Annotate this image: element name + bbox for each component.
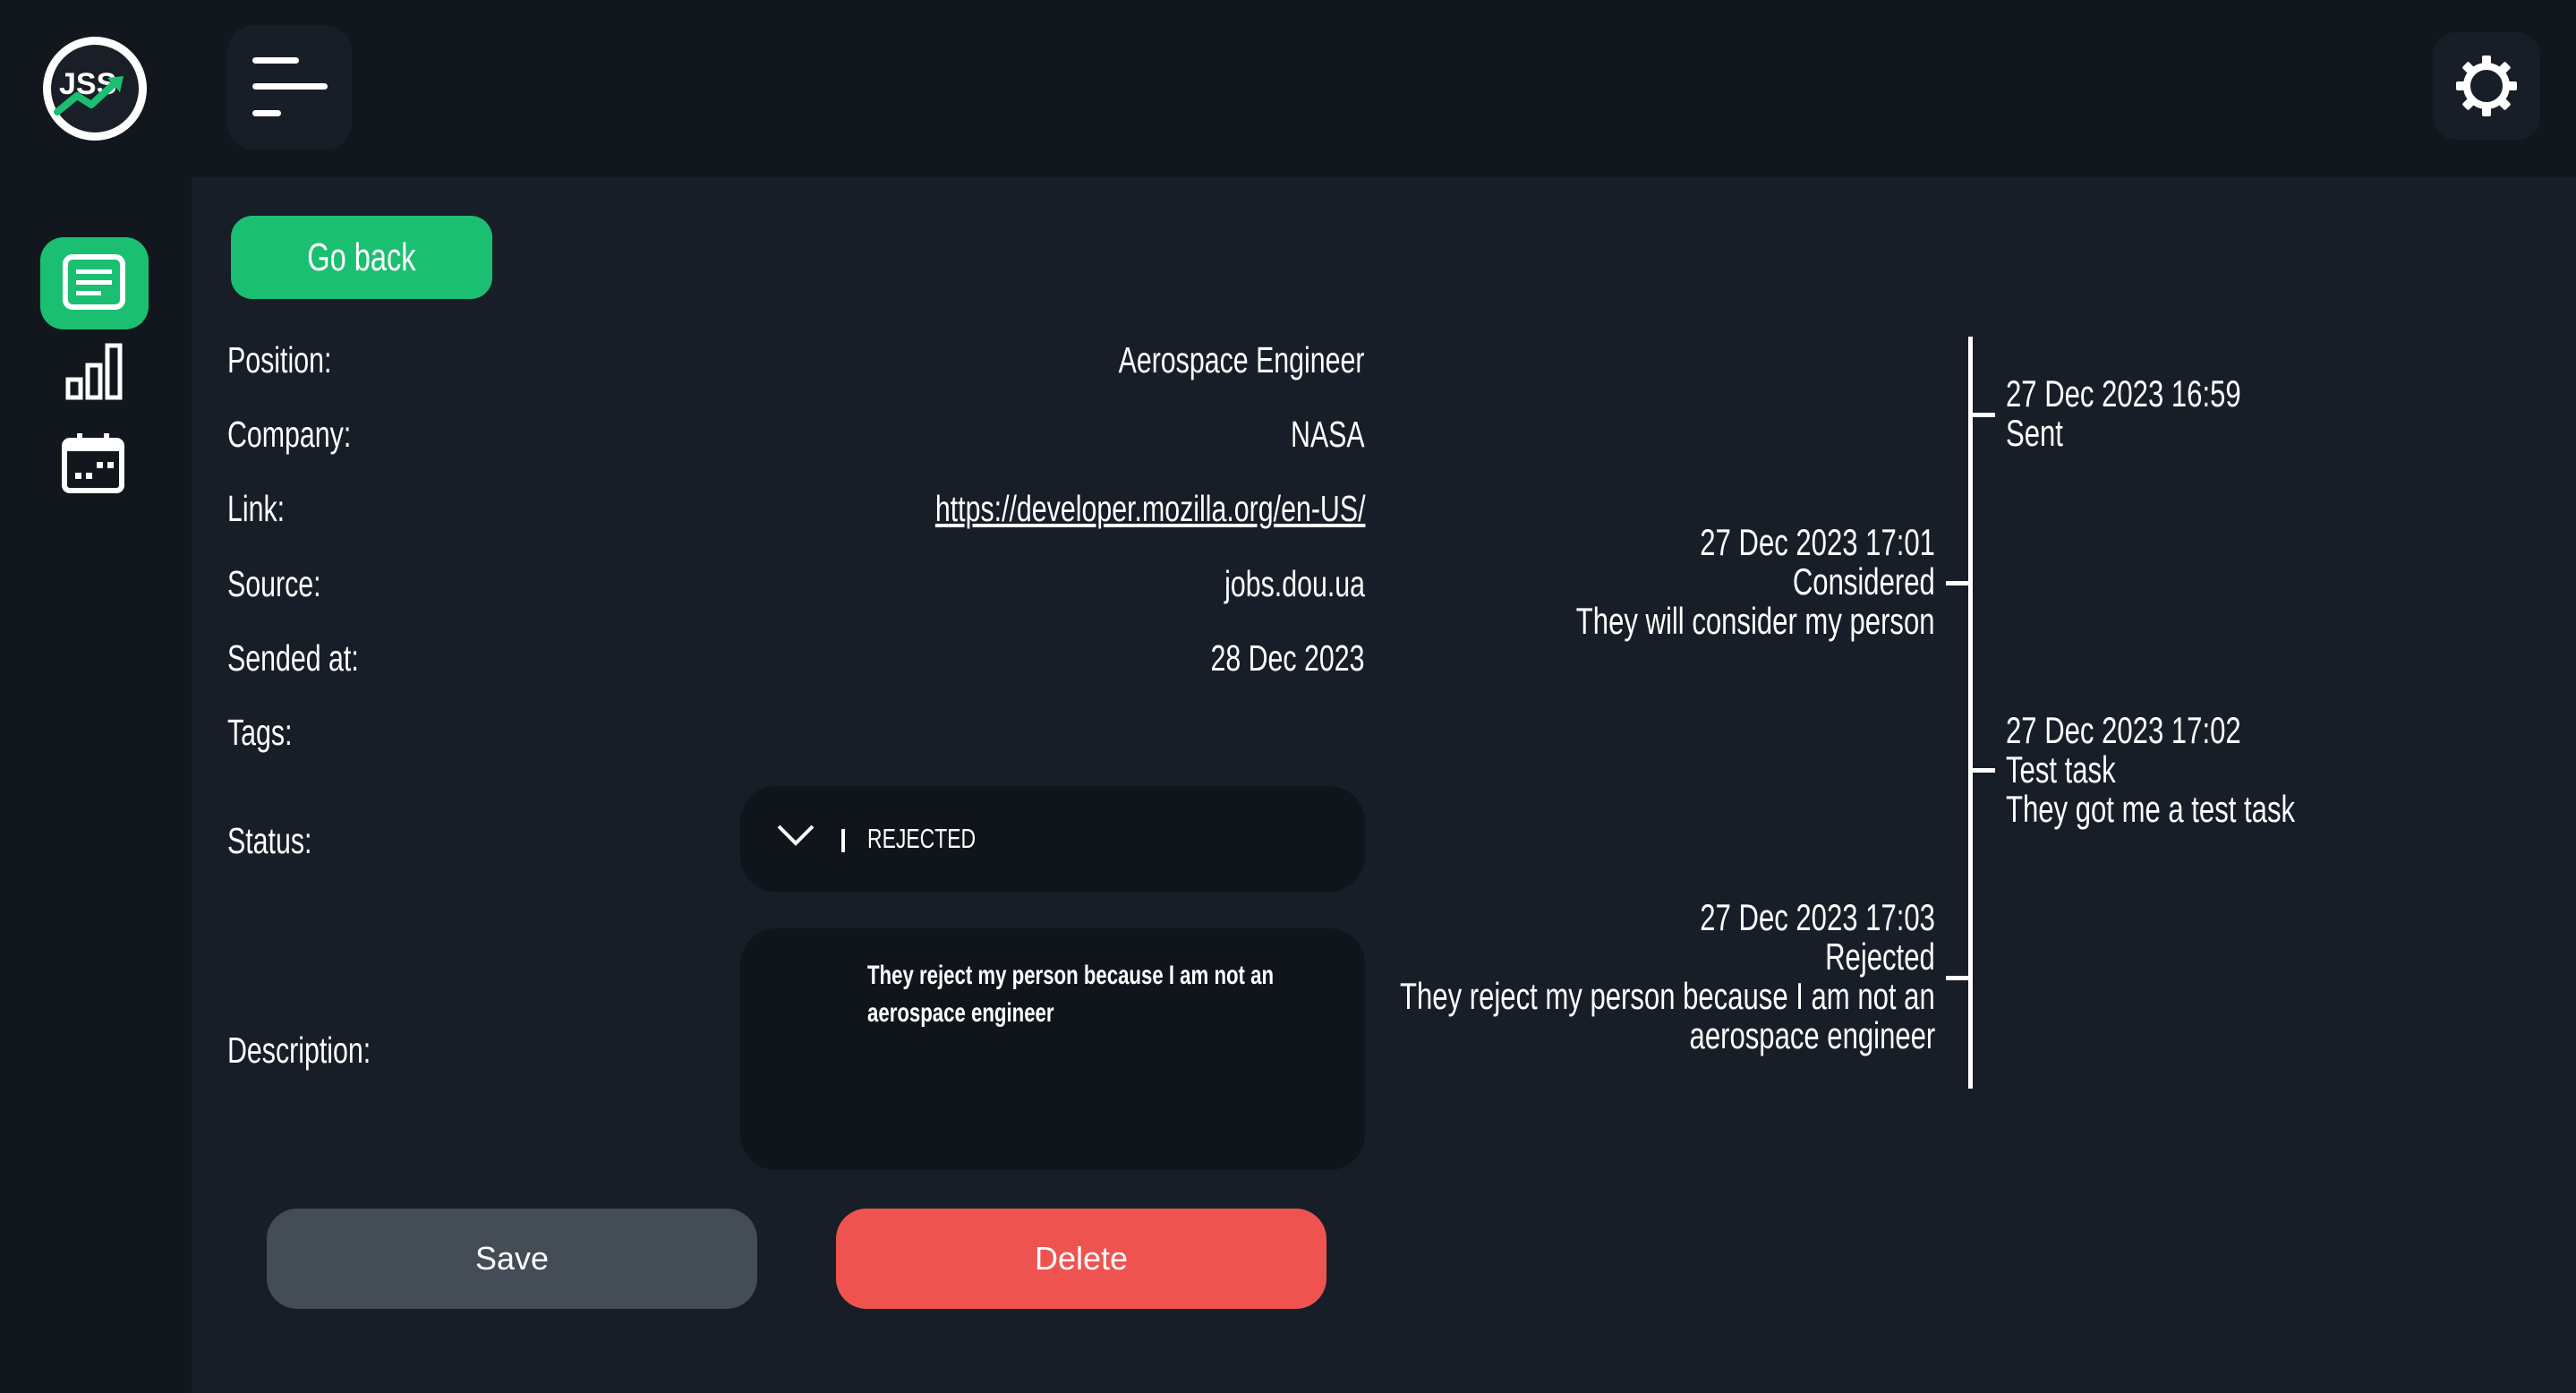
save-label: Save bbox=[474, 1240, 550, 1277]
calendar-icon bbox=[62, 433, 124, 493]
timeline-entry: 27 Dec 2023 17:01 Considered They will c… bbox=[1450, 523, 1935, 641]
save-button[interactable]: Save bbox=[267, 1209, 757, 1309]
position-label: Position: bbox=[227, 339, 332, 380]
status-label: Status: bbox=[227, 820, 312, 861]
source-value: jobs.dou.ua bbox=[1224, 563, 1365, 604]
timeline-status: Considered bbox=[1793, 560, 1935, 602]
timeline-tick bbox=[1946, 976, 1973, 980]
timeline-note: They will consider my person bbox=[1576, 600, 1935, 642]
link-label: Link: bbox=[227, 488, 286, 529]
select-divider bbox=[841, 829, 845, 852]
timeline-status: Test task bbox=[2006, 748, 2116, 791]
go-back-button[interactable]: Go back bbox=[231, 216, 492, 299]
company-label: Company: bbox=[227, 414, 352, 455]
gear-icon bbox=[2456, 56, 2517, 116]
position-value: Aerospace Engineer bbox=[1119, 339, 1365, 380]
timeline-entry: 27 Dec 2023 17:03 Rejected They reject m… bbox=[1212, 898, 1935, 1055]
sidebar-item-calendar[interactable] bbox=[61, 432, 127, 494]
status-value: REJECTED bbox=[867, 823, 977, 854]
link-value[interactable]: https://developer.mozilla.org/en-US/ bbox=[784, 486, 1365, 531]
source-label: Source: bbox=[227, 563, 321, 604]
menu-button[interactable] bbox=[227, 25, 352, 150]
bar-chart-icon bbox=[65, 343, 123, 400]
settings-button[interactable] bbox=[2433, 32, 2540, 140]
timeline-note: They reject my person because I am not a… bbox=[1400, 975, 1935, 1017]
timeline-date: 27 Dec 2023 16:59 bbox=[2006, 372, 2241, 414]
timeline-status: Sent bbox=[2006, 412, 2063, 454]
timeline-note: aerospace engineer bbox=[1689, 1014, 1935, 1056]
delete-label: Delete bbox=[1034, 1240, 1129, 1277]
timeline-date: 27 Dec 2023 17:01 bbox=[1700, 521, 1935, 563]
delete-button[interactable]: Delete bbox=[836, 1209, 1326, 1309]
sended-at-label: Sended at: bbox=[227, 637, 359, 679]
timeline-entry: 27 Dec 2023 17:02 Test task They got me … bbox=[2006, 711, 2397, 829]
sidebar-item-applications[interactable] bbox=[40, 237, 149, 329]
app-logo[interactable]: JSS bbox=[39, 33, 150, 144]
timeline-tick bbox=[1968, 768, 1995, 773]
description-label: Description: bbox=[227, 1030, 371, 1071]
company-value: NASA bbox=[1291, 414, 1365, 455]
status-select[interactable]: REJECTED bbox=[740, 786, 1365, 892]
list-icon bbox=[63, 254, 125, 310]
logo-text: JSS bbox=[59, 67, 116, 101]
sended-at-value: 28 Dec 2023 bbox=[1210, 637, 1365, 679]
top-bar bbox=[189, 0, 2576, 177]
timeline-tick bbox=[1968, 413, 1995, 417]
timeline-date: 27 Dec 2023 17:03 bbox=[1700, 896, 1935, 938]
timeline-status: Rejected bbox=[1825, 936, 1935, 978]
timeline-tick bbox=[1946, 581, 1973, 585]
sidebar-item-statistics[interactable] bbox=[61, 342, 127, 401]
timeline-date: 27 Dec 2023 17:02 bbox=[2006, 709, 2241, 751]
timeline-note: They got me a test task bbox=[2006, 788, 2296, 830]
go-back-label: Go back bbox=[307, 235, 416, 279]
chevron-down-icon bbox=[777, 825, 815, 846]
tags-label: Tags: bbox=[227, 712, 293, 753]
timeline-entry: 27 Dec 2023 16:59 Sent bbox=[2006, 374, 2324, 453]
